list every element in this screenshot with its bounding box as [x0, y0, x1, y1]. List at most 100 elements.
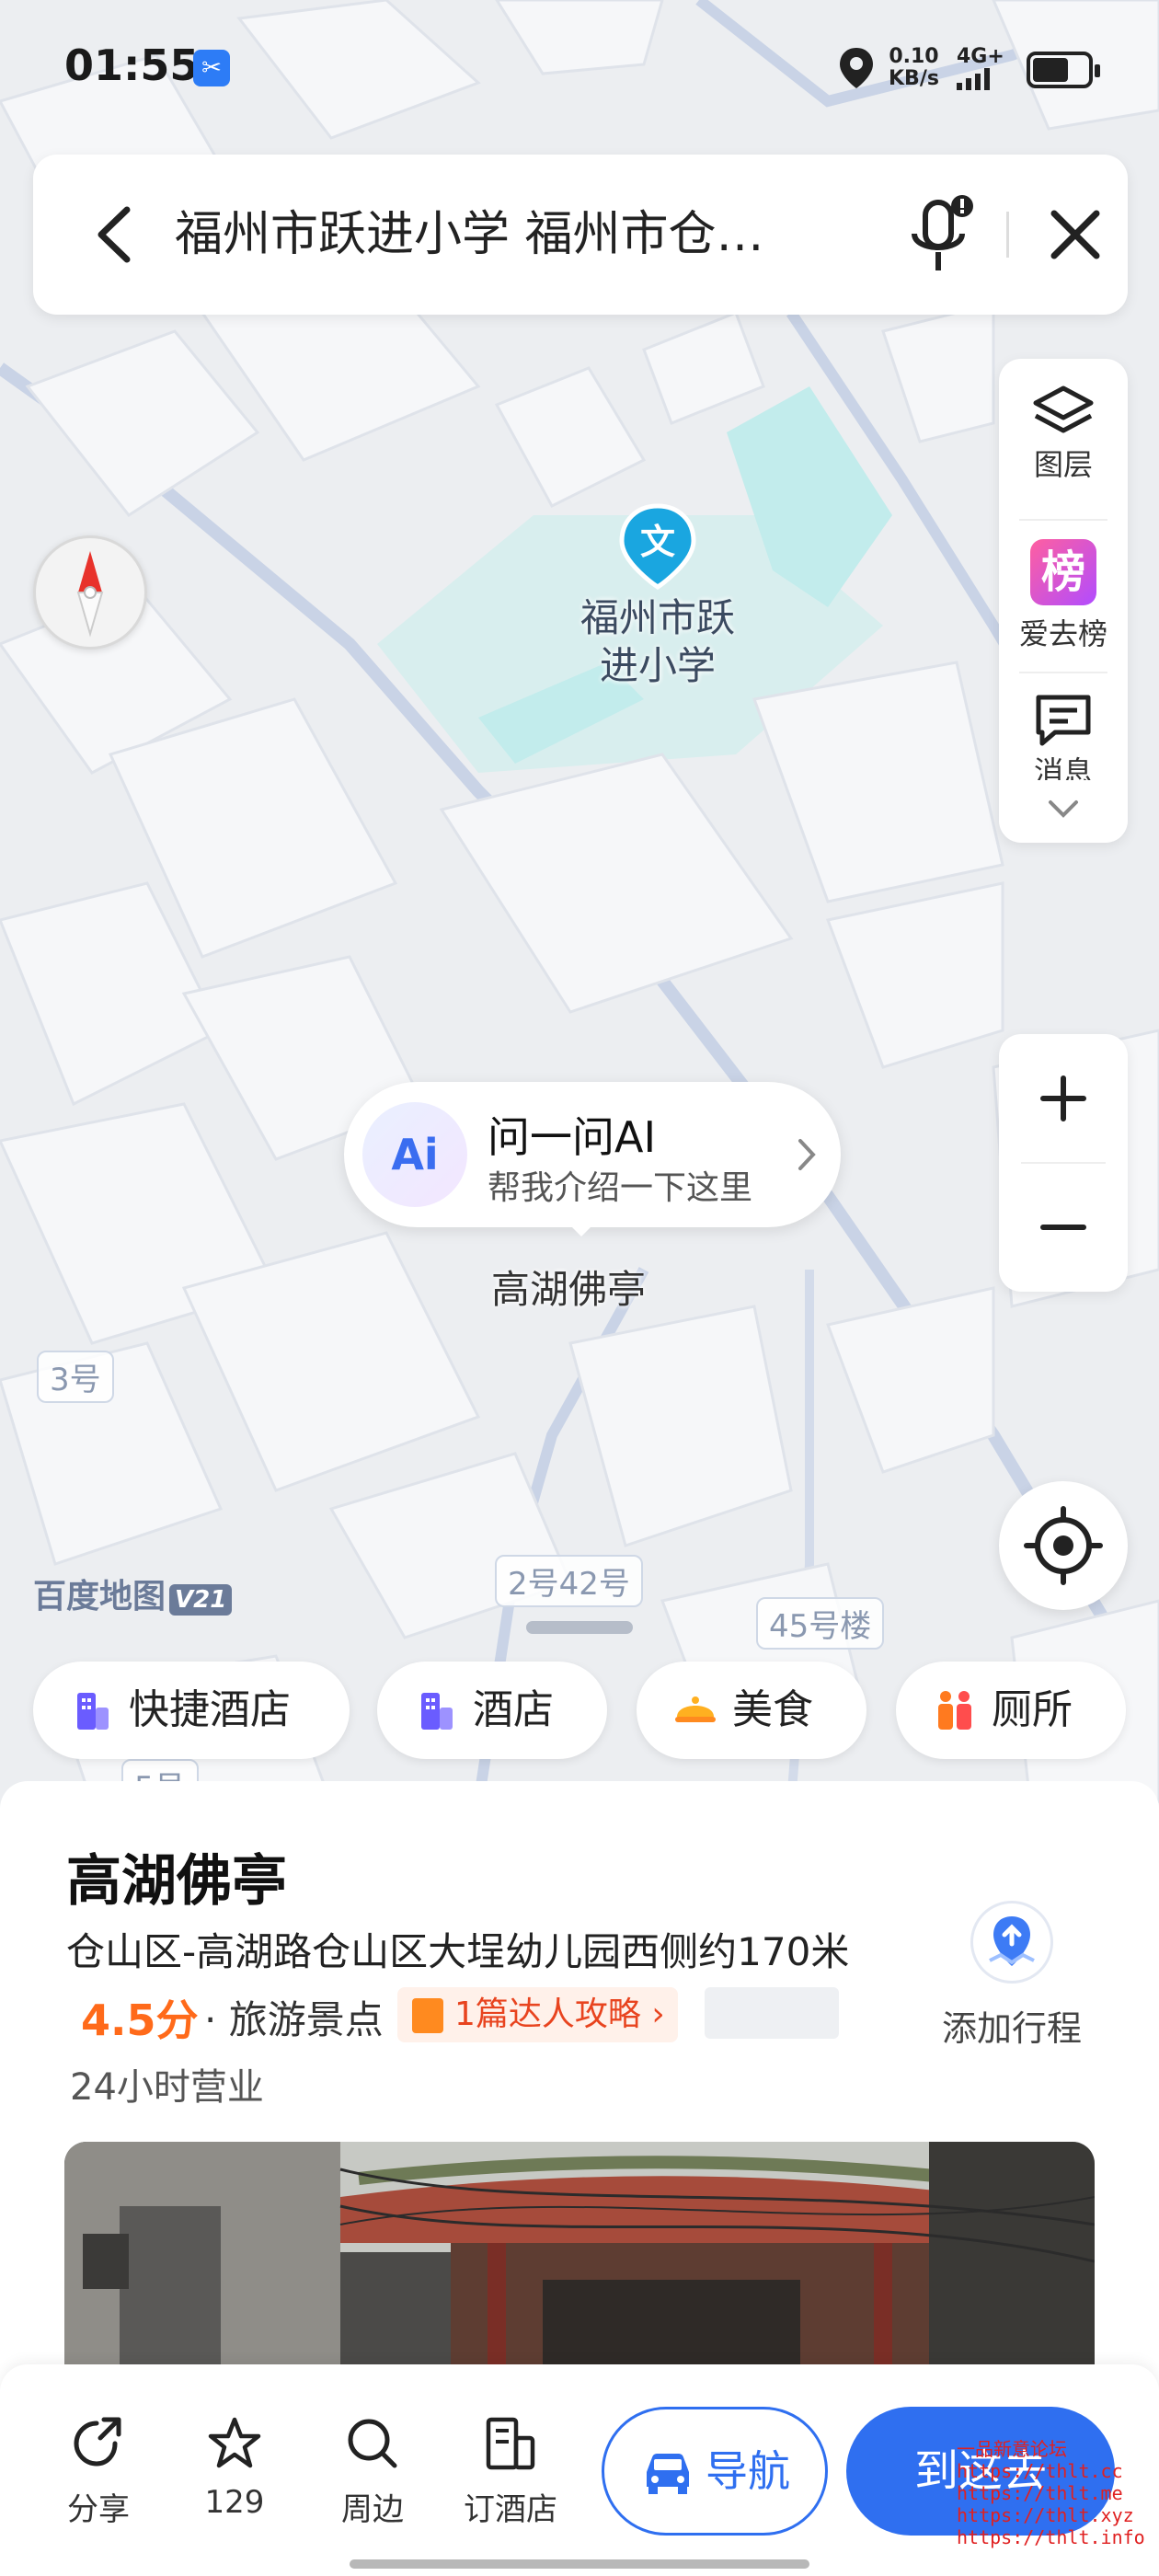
zoom-out-icon[interactable] — [999, 1163, 1128, 1292]
chip-budget-hotel[interactable]: 快捷酒店 — [33, 1662, 350, 1759]
hotel-icon — [77, 1693, 109, 1730]
house-number-tag: 45号楼 — [756, 1597, 885, 1650]
network-speed: 0.10 KB/s — [889, 46, 939, 90]
status-bar: 01:55 ✂ 0.10 KB/s 4G+ — [0, 0, 1159, 138]
locate-me-button[interactable] — [999, 1481, 1128, 1610]
network-type: 4G+ — [957, 45, 1004, 68]
nearby-label: 周边 — [341, 2491, 404, 2528]
place-name: 高湖佛亭 — [66, 1849, 287, 1914]
add-trip-icon — [970, 1901, 1053, 1984]
messages-button[interactable]: 消息 — [999, 692, 1128, 780]
logo-text: 百度地图 — [33, 1578, 166, 1616]
signal-indicator: 4G+ — [957, 46, 1012, 96]
zoom-in-icon[interactable] — [999, 1034, 1128, 1163]
map-side-toolbar: 图层 榜 爱去榜 消息 — [999, 359, 1128, 843]
ranking-label: 爱去榜 — [1018, 616, 1107, 651]
chip-label: 酒店 — [473, 1686, 554, 1733]
guide-link[interactable]: 1篇达人攻略 › — [397, 1987, 678, 2042]
star-icon — [208, 2417, 261, 2468]
book-icon — [412, 1998, 443, 2033]
watermark-line: https://thlt.info — [957, 2526, 1145, 2548]
toolbar-divider — [1019, 672, 1107, 673]
share-button[interactable]: 分享 — [39, 2414, 158, 2529]
map-view[interactable]: 01:55 ✂ 0.10 KB/s 4G+ 福州市跃进小学 福州市仓… 图层 榜… — [0, 0, 1159, 1803]
school-poi-marker[interactable]: 文 福州市跃进小学 — [570, 502, 745, 690]
chevron-right-icon — [798, 1139, 816, 1170]
messages-label: 消息 — [1033, 754, 1093, 780]
ask-ai-bubble[interactable]: Ai 问一问AI 帮我介绍一下这里 — [344, 1082, 841, 1236]
selected-poi-label[interactable]: 高湖佛亭 — [491, 1259, 646, 1315]
baidu-map-logo: 百度地图 V21 — [33, 1570, 233, 1617]
location-icon — [840, 48, 873, 88]
place-photo[interactable] — [64, 2142, 1095, 2381]
network-speed-unit: KB/s — [889, 67, 939, 90]
battery-icon — [1027, 52, 1100, 88]
share-label: 分享 — [67, 2491, 130, 2528]
home-indicator[interactable] — [350, 2559, 809, 2569]
logo-version: V21 — [169, 1584, 233, 1616]
search-query-text[interactable]: 福州市跃进小学 福州市仓… — [175, 201, 855, 269]
chevron-down-icon[interactable] — [1045, 795, 1082, 822]
message-icon — [1036, 695, 1091, 746]
layers-icon — [1033, 385, 1094, 433]
chip-label: 美食 — [732, 1686, 813, 1733]
place-address: 仓山区-高湖路仓山区大埕幼儿园西侧约170米 — [66, 1929, 850, 1974]
watermark-line: https://thlt.xyz — [957, 2504, 1134, 2526]
house-number-tag: 3号 — [37, 1351, 114, 1403]
watermark-line: 一品新意论坛 — [957, 2438, 1067, 2460]
bubble-tail — [565, 1220, 598, 1236]
toilet-icon — [938, 1691, 971, 1730]
favorite-count: 129 — [204, 2484, 265, 2521]
voice-mic-icon[interactable] — [901, 191, 981, 280]
watermark: 一品新意论坛 https://thlt.cc https://thlt.me h… — [957, 2438, 1145, 2548]
close-icon[interactable] — [1045, 204, 1106, 265]
favorite-button[interactable]: 129 — [175, 2414, 294, 2521]
school-pin-glyph: 文 — [640, 522, 675, 562]
ai-icon: Ai — [362, 1102, 467, 1207]
toolbar-divider — [1019, 519, 1107, 521]
layers-button[interactable]: 图层 — [999, 383, 1128, 484]
car-icon — [647, 2454, 689, 2494]
watermark-line: https://thlt.cc — [957, 2460, 1123, 2482]
navigate-button[interactable]: 导航 — [602, 2407, 828, 2536]
nearby-button[interactable]: 周边 — [313, 2414, 432, 2529]
share-icon — [74, 2417, 121, 2467]
loading-placeholder — [705, 1987, 839, 2039]
panel-drag-handle[interactable] — [526, 1621, 633, 1634]
ai-bubble-subtitle: 帮我介绍一下这里 — [488, 1169, 753, 1207]
chip-label: 快捷酒店 — [129, 1686, 291, 1733]
search-bar[interactable]: 福州市跃进小学 福州市仓… — [33, 155, 1128, 315]
house-number-tag: 2号42号 — [495, 1555, 643, 1607]
food-icon — [675, 1696, 716, 1722]
chip-toilet[interactable]: 厕所 — [896, 1662, 1126, 1759]
hotel-book-icon — [486, 2417, 535, 2470]
place-rating: 4.5分 — [81, 1995, 199, 2045]
compass-button[interactable] — [33, 535, 147, 650]
back-arrow-icon[interactable] — [88, 202, 143, 267]
chip-food[interactable]: 美食 — [637, 1662, 866, 1759]
hotel-icon — [421, 1693, 453, 1730]
chip-label: 厕所 — [992, 1686, 1073, 1733]
book-hotel-label: 订酒店 — [464, 2491, 557, 2528]
crosshair-icon — [1024, 1506, 1103, 1585]
opening-hours: 24小时营业 — [70, 2066, 264, 2109]
place-category: · 旅游景点 — [204, 1997, 384, 2042]
zoom-control — [999, 1034, 1128, 1292]
book-hotel-button[interactable]: 订酒店 — [451, 2414, 570, 2529]
add-trip-button[interactable]: 添加行程 — [929, 1901, 1095, 2051]
guide-label: 1篇达人攻略 › — [454, 1995, 665, 2033]
status-time: 01:55 — [64, 40, 200, 90]
temple-photo-illustration — [64, 2142, 1095, 2381]
ranking-button[interactable]: 榜 爱去榜 — [999, 539, 1128, 653]
notification-app-icon: ✂ — [193, 50, 230, 86]
signal-bars-icon — [957, 68, 990, 90]
ai-bubble-title: 问一问AI — [488, 1112, 657, 1162]
ranking-icon: 榜 — [1030, 539, 1096, 605]
search-icon — [348, 2419, 397, 2468]
compass-icon — [76, 551, 104, 638]
layers-label: 图层 — [1033, 447, 1093, 482]
watermark-line: https://thlt.me — [957, 2482, 1123, 2504]
school-label: 福州市跃进小学 — [580, 595, 735, 688]
add-trip-label: 添加行程 — [941, 2008, 1082, 2049]
chip-hotel[interactable]: 酒店 — [377, 1662, 607, 1759]
